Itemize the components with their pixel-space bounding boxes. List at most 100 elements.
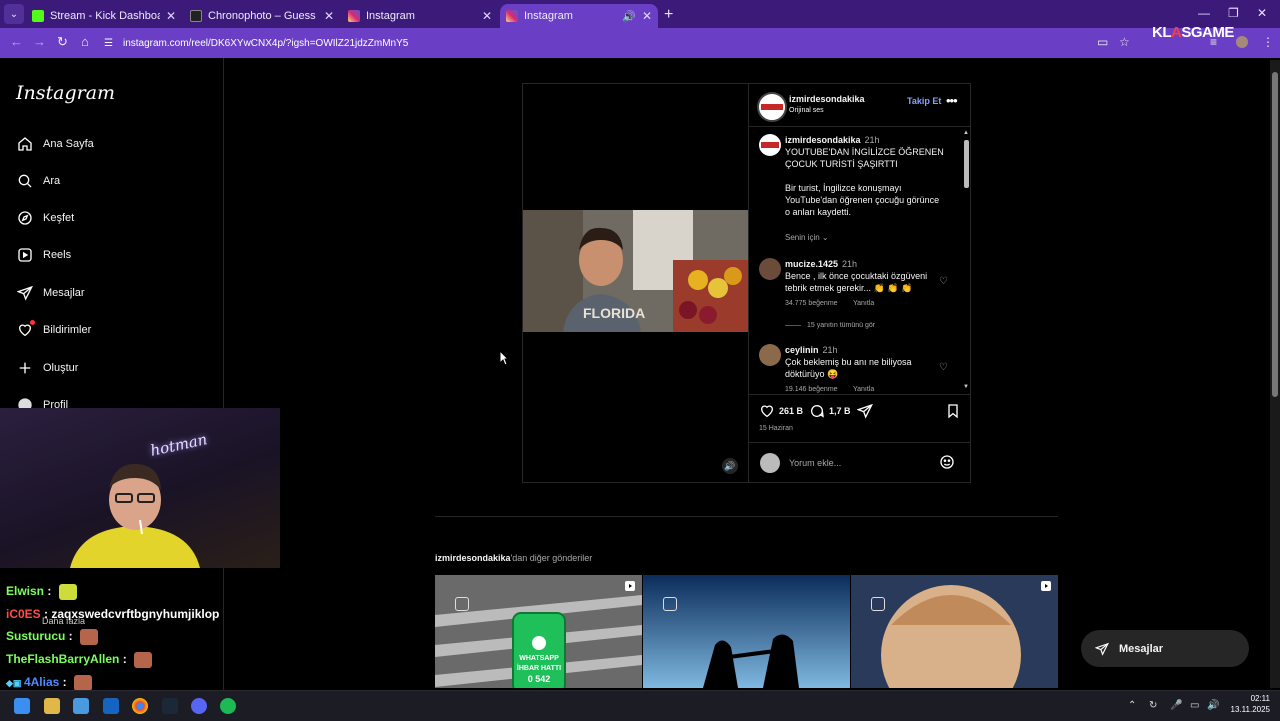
scroll-down-icon[interactable]: ▼	[963, 384, 969, 390]
nav-reels[interactable]: Reels	[16, 243, 71, 267]
commenter-avatar[interactable]	[759, 258, 781, 280]
new-tab-button[interactable]: +	[664, 6, 673, 24]
like-comment-icon[interactable]: ♡	[939, 362, 948, 373]
tab-instagram-1[interactable]: Instagram ✕	[342, 4, 498, 28]
restore-icon[interactable]: ❐	[1228, 6, 1239, 20]
author-avatar[interactable]	[757, 92, 787, 122]
microphone-icon[interactable]: 🎤	[1170, 700, 1182, 711]
commenter-avatar[interactable]	[759, 344, 781, 366]
video-frame[interactable]: FLORIDA	[523, 210, 748, 332]
home-page-icon[interactable]: ⌂	[81, 34, 89, 49]
nav-label: Keşfet	[43, 212, 75, 224]
reply-link[interactable]: Yanıtla	[853, 300, 874, 307]
save-button[interactable]	[945, 403, 965, 419]
audio-label[interactable]: Orijinal ses	[789, 107, 824, 114]
translate-link[interactable]: Senin için ⌄	[785, 233, 829, 242]
nav-create[interactable]: Oluştur	[16, 356, 78, 380]
chat-message: Susturucu :	[6, 629, 99, 645]
close-window-icon[interactable]: ✕	[1257, 6, 1267, 20]
messages-label: Mesajlar	[1119, 642, 1164, 655]
sync-icon[interactable]: ↻	[1149, 700, 1157, 711]
like-comment-icon[interactable]: ♡	[939, 276, 948, 287]
more-menu-icon[interactable]: ⋮	[1262, 35, 1274, 49]
close-tab-icon[interactable]: ✕	[166, 9, 176, 23]
comments-scrollbar[interactable]: ▲ ▼	[963, 130, 970, 392]
volume-tray-icon[interactable]: 🔊	[1207, 700, 1219, 711]
forward-icon[interactable]: →	[33, 34, 46, 49]
caption-author[interactable]: izmirdesondakika	[785, 135, 861, 145]
tab-chronophoto[interactable]: Chronophoto – Guess the Year ✕	[184, 4, 340, 28]
more-post-thumbnail[interactable]: WHATSAPP İHBAR HATTI 0 542	[435, 575, 642, 688]
more-options-icon[interactable]: •••	[946, 93, 958, 108]
start-icon[interactable]	[14, 698, 30, 714]
view-replies[interactable]: 15 yanıtın tümünü gör	[785, 322, 875, 329]
display-icon[interactable]: ▭	[1190, 700, 1199, 711]
store-icon[interactable]	[73, 698, 89, 714]
like-count: 261 B	[779, 406, 804, 416]
reload-icon[interactable]: ↻	[57, 34, 68, 50]
minimize-icon[interactable]: —	[1198, 6, 1210, 20]
streamer-webcam: hotman	[0, 408, 280, 568]
url-text: instagram.com/reel/DK6XYwCNX4p/?igsh=OWI…	[122, 37, 409, 49]
compass-icon	[16, 209, 34, 227]
follow-button[interactable]: Takip Et	[907, 96, 941, 106]
more-post-thumbnail[interactable]	[851, 575, 1058, 688]
steam-icon[interactable]	[162, 698, 178, 714]
mouse-cursor	[499, 350, 509, 366]
post-header: izmirdesondakika Orijinal ses Takip Et •…	[749, 84, 971, 127]
tab-kick-dashboard[interactable]: Stream - Kick Dashboard ✕	[26, 4, 182, 28]
system-clock[interactable]: 02:11 13.11.2025	[1222, 693, 1270, 715]
install-app-icon[interactable]: ▭	[1097, 35, 1108, 49]
page-scrollbar[interactable]	[1270, 60, 1280, 688]
profile-avatar[interactable]	[1236, 36, 1248, 48]
close-tab-icon[interactable]: ✕	[482, 9, 492, 23]
comment-user[interactable]: mucize.1425	[785, 259, 838, 269]
comment: mucize.1425 21h Bence , ilk önce çocuktak…	[785, 258, 935, 294]
tab-instagram-2[interactable]: Instagram 🔊 ✕	[500, 4, 658, 28]
nav-search[interactable]: Ara	[16, 169, 60, 193]
instagram-logo[interactable]: Instagram	[16, 82, 115, 104]
spotify-icon[interactable]	[220, 698, 236, 714]
chrome-icon[interactable]	[132, 698, 148, 714]
back-icon[interactable]: ←	[10, 34, 23, 49]
comment-button[interactable]: 1,7 B	[809, 403, 851, 419]
messages-button[interactable]: Mesajlar	[1081, 630, 1249, 667]
reel-video[interactable]: FLORIDA 🔊	[523, 84, 748, 482]
bookmark-star-icon[interactable]: ☆	[1119, 35, 1130, 49]
page-scroll-thumb[interactable]	[1272, 72, 1278, 397]
more-posts-user[interactable]: izmirdesondakika	[435, 553, 511, 563]
site-info-icon[interactable]: ☰	[104, 38, 113, 49]
discord-icon[interactable]	[191, 698, 207, 714]
like-button[interactable]: 261 B	[759, 403, 803, 419]
scroll-up-icon[interactable]: ▲	[963, 130, 969, 136]
comment-likes[interactable]: 19.146 beğenme	[785, 386, 838, 393]
reply-link[interactable]: Yanıtla	[853, 386, 874, 393]
scroll-thumb[interactable]	[964, 140, 969, 188]
more-post-thumbnail[interactable]	[643, 575, 850, 688]
file-explorer-icon[interactable]	[44, 698, 60, 714]
volume-icon[interactable]: 🔊	[722, 458, 738, 474]
share-button[interactable]	[857, 403, 877, 419]
close-tab-icon[interactable]: ✕	[324, 9, 334, 23]
tray-overflow-icon[interactable]: ⌃	[1128, 700, 1136, 711]
comment-likes[interactable]: 34.775 beğenme	[785, 300, 838, 307]
comment-user[interactable]: ceylinin	[785, 345, 819, 355]
outlook-icon[interactable]	[103, 698, 119, 714]
emoji-icon[interactable]	[939, 454, 955, 470]
author-name[interactable]: izmirdesondakika	[789, 94, 865, 104]
nav-explore[interactable]: Keşfet	[16, 206, 74, 230]
notification-dot	[30, 320, 35, 325]
post-date: 15 Haziran	[759, 425, 793, 432]
url-bar[interactable]: ☰ instagram.com/reel/DK6XYwCNX4p/?igsh=O…	[104, 33, 1144, 53]
author-avatar[interactable]	[759, 134, 781, 156]
close-tab-icon[interactable]: ✕	[642, 9, 652, 23]
send-icon	[1095, 642, 1109, 656]
nav-home[interactable]: Ana Sayfa	[16, 132, 94, 156]
nav-messages[interactable]: Mesajlar	[16, 281, 85, 305]
comment-composer: Yorum ekle...	[749, 442, 971, 483]
comment-input[interactable]: Yorum ekle...	[789, 458, 841, 468]
speaker-icon[interactable]: 🔊	[622, 10, 636, 23]
chat-emote	[73, 675, 92, 691]
tab-search-button[interactable]: ⌄	[4, 4, 24, 24]
nav-notifications[interactable]: Bildirimler	[16, 318, 91, 342]
